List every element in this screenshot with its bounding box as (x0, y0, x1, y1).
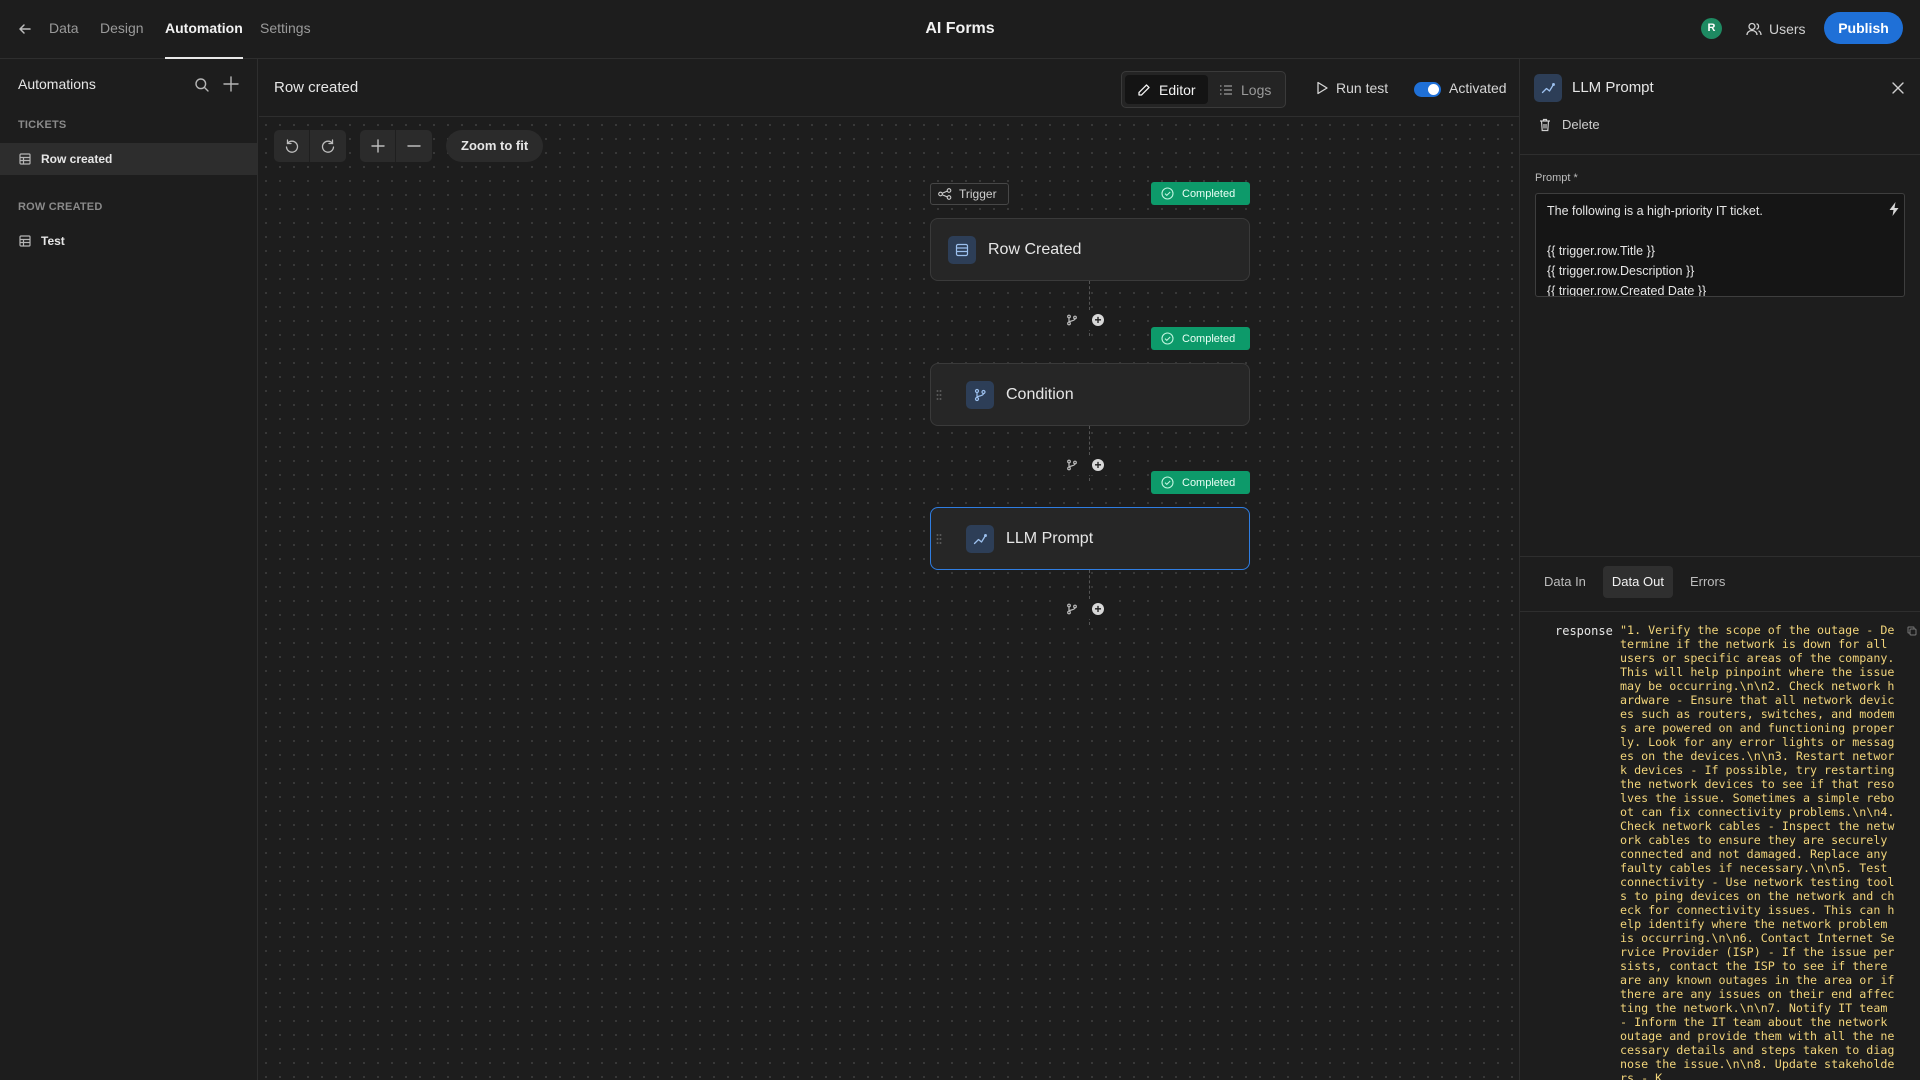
branch-icon[interactable] (1066, 459, 1078, 471)
table-icon (948, 235, 976, 264)
delete-button[interactable]: Delete (1539, 117, 1600, 132)
add-automation-icon[interactable] (222, 75, 240, 93)
response-value: "1. Verify the scope of the outage - Det… (1620, 623, 1895, 1080)
tab-automation[interactable]: Automation (165, 0, 243, 59)
edge-actions: + (1060, 455, 1110, 475)
step-config-panel: LLM Prompt Delete Prompt * The following… (1519, 59, 1920, 1080)
chart-line-icon (966, 524, 994, 553)
redo-icon[interactable] (310, 130, 346, 162)
node-row-created[interactable]: Row Created (930, 218, 1250, 281)
users-label: Users (1769, 20, 1806, 37)
response-key: response (1555, 624, 1613, 638)
users-button[interactable]: Users (1746, 18, 1806, 39)
add-step-icon[interactable]: + (1092, 459, 1104, 471)
zoom-controls (360, 130, 432, 162)
status-badge: Completed (1151, 471, 1250, 494)
trigger-tag: Trigger (930, 183, 1009, 205)
node-llm-prompt[interactable]: LLM Prompt (930, 507, 1250, 570)
zoom-out-icon[interactable] (396, 130, 432, 162)
sidebar-section-heading: ROW CREATED (18, 201, 103, 213)
branch-icon (966, 380, 994, 409)
automations-sidebar: Automations TICKETS Row created ROW CREA… (0, 59, 258, 1080)
list-icon (1219, 84, 1233, 96)
trash-icon (1539, 118, 1551, 132)
activated-toggle[interactable] (1414, 82, 1441, 97)
prompt-input[interactable]: The following is a high-priority IT tick… (1535, 193, 1905, 297)
automation-title: Row created (274, 79, 359, 96)
branch-icon[interactable] (1066, 603, 1078, 615)
sidebar-item-label: Test (41, 234, 65, 248)
tab-editor-label: Editor (1159, 81, 1196, 98)
prompt-label: Prompt * (1535, 172, 1578, 184)
publish-button[interactable]: Publish (1824, 12, 1903, 44)
add-step-icon[interactable]: + (1092, 603, 1104, 615)
sidebar-item-label: Row created (41, 152, 113, 166)
tab-data-out[interactable]: Data Out (1602, 566, 1673, 598)
status-label: Completed (1182, 187, 1236, 200)
zoom-in-icon[interactable] (360, 130, 396, 162)
branch-icon[interactable] (1066, 314, 1078, 326)
panel-title: LLM Prompt (1572, 79, 1654, 96)
copy-icon[interactable] (1907, 626, 1917, 636)
edge-actions: + (1060, 310, 1110, 330)
run-test-button[interactable]: Run test (1316, 80, 1388, 96)
divider (1520, 154, 1920, 155)
sidebar-section-heading: TICKETS (18, 119, 67, 131)
canvas-header: Row created Editor Logs Run test Activat… (259, 59, 1519, 117)
top-bar: Data Design Automation Settings AI Forms… (0, 0, 1920, 59)
table-icon (19, 153, 31, 165)
tab-errors[interactable]: Errors (1681, 566, 1734, 598)
users-icon (1746, 22, 1762, 36)
history-controls (274, 130, 346, 162)
tab-editor[interactable]: Editor (1125, 75, 1208, 104)
edge-actions: + (1060, 599, 1110, 619)
node-condition[interactable]: Condition (930, 363, 1250, 426)
drag-handle-icon[interactable] (936, 389, 942, 401)
view-switcher: Editor Logs (1121, 71, 1286, 108)
delete-label: Delete (1562, 117, 1600, 132)
bolt-icon[interactable] (1888, 202, 1900, 216)
tab-settings[interactable]: Settings (260, 0, 311, 59)
node-label: LLM Prompt (1006, 529, 1094, 547)
flow-canvas[interactable]: Zoom to fit Trigger Completed Completed … (259, 118, 1519, 1080)
sidebar-title: Automations (18, 76, 96, 92)
divider (1520, 611, 1920, 612)
run-test-label: Run test (1336, 80, 1389, 96)
pencil-icon (1137, 83, 1151, 97)
activated-label: Activated (1449, 80, 1507, 96)
check-circle-icon (1161, 187, 1174, 200)
avatar[interactable]: R (1701, 18, 1722, 39)
node-label: Condition (1006, 385, 1074, 403)
tab-design[interactable]: Design (100, 0, 144, 59)
add-step-icon[interactable]: + (1092, 314, 1104, 326)
play-icon (1316, 81, 1328, 95)
app-title: AI Forms (925, 20, 995, 37)
divider (1520, 556, 1920, 557)
trigger-label: Trigger (959, 187, 997, 201)
tab-data[interactable]: Data (49, 0, 79, 59)
tab-logs-label: Logs (1241, 81, 1272, 98)
check-circle-icon (1161, 476, 1174, 489)
node-label: Row Created (988, 240, 1082, 258)
data-tabs: Data In Data Out Errors (1535, 566, 1734, 598)
chart-line-icon (1534, 74, 1562, 102)
status-badge: Completed (1151, 327, 1250, 350)
zoom-to-fit-button[interactable]: Zoom to fit (446, 130, 544, 162)
check-circle-icon (1161, 332, 1174, 345)
tab-data-in[interactable]: Data In (1535, 566, 1595, 598)
status-label: Completed (1182, 332, 1236, 345)
status-badge: Completed (1151, 182, 1250, 205)
tab-logs[interactable]: Logs (1207, 75, 1283, 104)
drag-handle-icon[interactable] (936, 533, 942, 545)
trigger-icon (938, 188, 952, 200)
search-icon[interactable] (194, 77, 210, 93)
sidebar-item-test[interactable]: Test (0, 225, 257, 257)
close-icon[interactable] (1891, 81, 1905, 95)
status-label: Completed (1182, 476, 1236, 489)
undo-icon[interactable] (274, 130, 310, 162)
sidebar-item-row-created[interactable]: Row created (0, 143, 257, 175)
table-icon (19, 235, 31, 247)
back-arrow-icon[interactable] (16, 20, 34, 38)
